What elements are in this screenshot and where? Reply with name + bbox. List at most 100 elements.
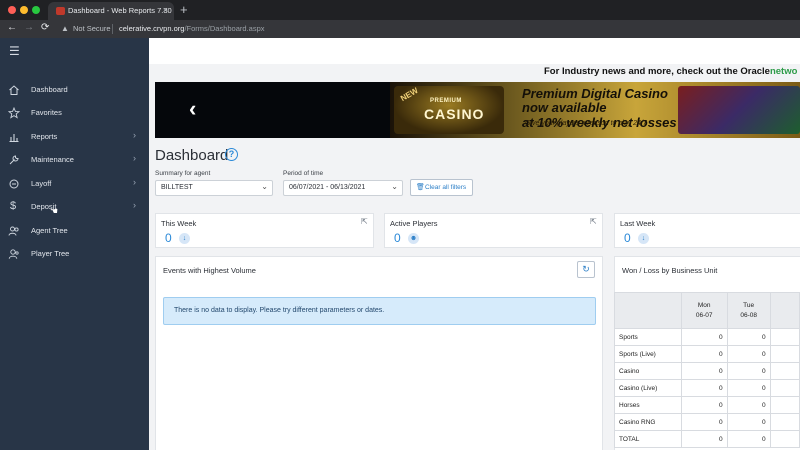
table-cell: 0 [726,362,771,380]
table-cell: 0 [680,345,728,363]
help-icon[interactable]: ? [225,148,238,161]
period-select-value: 06/07/2021 - 06/13/2021 [289,184,366,191]
table-header-cell[interactable]: Tue 06-08 [726,292,771,329]
promo-banner[interactable]: ‹ NEW PREMIUM CASINO Premium Digital Cas… [155,82,800,138]
row-label: Casino RNG [614,413,682,431]
card-value: 0 [394,231,401,245]
agent-select[interactable]: BILLTEST ⌄ [155,180,273,196]
external-link-icon[interactable]: ⇱ [590,217,597,226]
new-tab-button[interactable]: + [180,2,188,17]
sidebar-item-layoff[interactable]: Layoff › [0,174,149,196]
card-value: 0 [165,231,172,245]
win-loss-table: Mon 06-07 Tue 06-08 Sports 0 0 Sports (Live)… [614,292,800,448]
table-cell: 0 [726,328,771,346]
ticker-text: For Industry news and more, check out th… [544,66,741,77]
close-tab-icon[interactable]: × [163,5,168,15]
menu-icon[interactable]: ☰ [9,44,20,58]
favicon-icon [56,7,65,15]
period-label: Period of time [283,170,324,177]
ad-tagline: Give your players a reason to play 24/7 [525,120,647,127]
table-cell [769,430,800,448]
sidebar-item-label: Dashboard [31,85,68,94]
chevron-right-icon: › [133,153,136,163]
dollar-icon: $ [10,200,17,212]
address-bar: ← → ⟳ ▲ Not Secure celerative.crvpn.org/… [0,20,800,38]
table-cell [769,362,800,380]
trash-icon: 🗑 [416,184,425,191]
period-select[interactable]: 06/07/2021 - 06/13/2021 ⌄ [283,180,403,196]
card-last-week: Last Week 0 ↓ [614,213,800,248]
ad-line2a: now available [522,100,607,115]
date-label: 06-07 [695,311,713,319]
card-value: 0 [624,231,631,245]
table-row: Sports 0 0 [614,328,800,346]
card-title: Active Players [390,219,438,228]
table-cell: 0 [726,345,771,363]
row-label: Sports [614,328,682,346]
back-button[interactable]: ← [7,22,17,33]
game-art [678,86,800,134]
chevron-down-icon: ⌄ [261,182,268,191]
news-ticker[interactable]: For Industry news and more, check out th… [544,66,797,77]
sidebar-item-player-tree[interactable]: Player Tree [0,244,149,266]
row-label: Casino (Live) [614,379,682,397]
tab-title: Dashboard - Web Reports 7.30 [68,6,172,15]
table-cell [769,379,800,397]
sidebar-item-maintenance[interactable]: Maintenance › [0,150,149,172]
refresh-button[interactable]: ↻ [577,261,595,278]
users-icon [8,226,19,236]
warning-icon: ▲ [61,24,69,33]
sidebar-item-dashboard[interactable]: Dashboard [0,80,149,102]
sidebar-item-agent-tree[interactable]: Agent Tree [0,221,149,243]
table-header-row: Mon 06-07 Tue 06-08 [614,292,800,329]
page-title: Dashboard [155,147,229,164]
table-cell: 0 [680,379,728,397]
chevron-right-icon: › [133,200,136,210]
security-label[interactable]: Not Secure [73,24,111,33]
table-cell [769,328,800,346]
arrow-down-icon: ↓ [179,233,190,244]
table-header-cell[interactable]: Mon 06-07 [680,292,728,329]
table-header-cell [769,292,800,329]
sidebar-item-favorites[interactable]: Favorites [0,103,149,125]
table-row: TOTAL 0 0 [614,430,800,448]
refresh-icon [9,179,19,189]
main-content: For Industry news and more, check out th… [149,38,800,450]
browser-tab[interactable]: Dashboard - Web Reports 7.30 × [48,2,174,20]
chart-icon [9,134,19,143]
table-cell: 0 [680,413,728,431]
table-cell: 0 [726,413,771,431]
table-cell: 0 [680,430,728,448]
external-link-icon[interactable]: ⇱ [361,217,368,226]
minimize-window-button[interactable] [20,6,28,14]
reload-button[interactable]: ⟳ [41,22,49,33]
row-label: Casino [614,362,682,380]
sidebar-item-label: Reports [31,132,58,141]
casino-ad[interactable]: NEW PREMIUM CASINO Premium Digital Casin… [390,82,800,138]
table-cell [769,345,800,363]
clear-filters-button[interactable]: 🗑 Clear all filters [410,179,473,196]
no-data-alert: There is no data to display. Please try … [163,297,596,325]
browser-tab-bar: Dashboard - Web Reports 7.30 × + [0,0,800,20]
day-label: Mon [697,301,711,309]
casino-logo: NEW PREMIUM CASINO [394,86,504,134]
no-data-message: There is no data to display. Please try … [174,307,385,314]
close-window-button[interactable] [8,6,16,14]
forward-button[interactable]: → [24,22,34,33]
wrench-icon [9,155,19,165]
table-cell: 0 [680,396,728,414]
chevron-right-icon: › [133,130,136,140]
sidebar-item-reports[interactable]: Reports › [0,127,149,149]
sidebar-item-label: Layoff [31,179,52,188]
maximize-window-button[interactable] [32,6,40,14]
address-separator [112,24,113,34]
date-label: 06-08 [740,311,757,319]
agent-select-value: BILLTEST [161,184,193,191]
chevron-left-icon[interactable]: ‹ [189,96,196,122]
card-title: This Week [161,219,197,228]
sidebar-item-deposit[interactable]: $ Deposit › [0,197,149,219]
sidebar-item-label: Player Tree [31,249,70,258]
url-field[interactable]: celerative.crvpn.org/Forms/Dashboard.asp… [119,24,265,33]
table-row: Casino (Live) 0 0 [614,379,800,397]
table-row: Casino RNG 0 0 [614,413,800,431]
